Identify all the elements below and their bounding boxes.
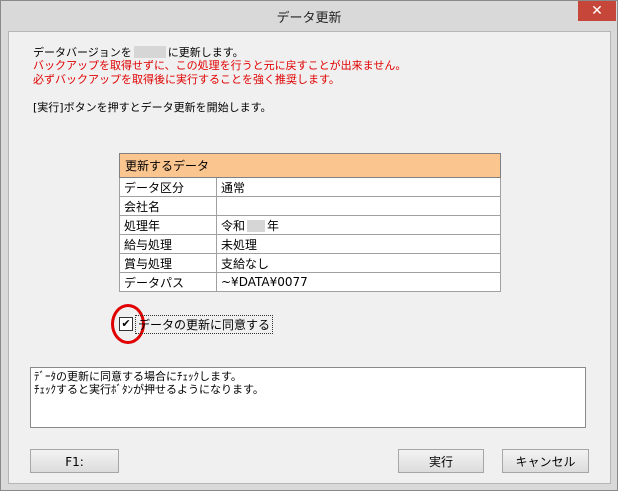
row-key: 賞与処理 — [119, 253, 217, 273]
execute-instruction: [実行]ボタンを押すとデータ更新を開始します。 — [33, 101, 272, 114]
f1-button[interactable]: F1: — [30, 449, 119, 473]
close-button[interactable]: ✕ — [578, 1, 616, 21]
backup-warning-1: バックアップを取得せずに、この処理を行うと元に戻すことが出来ません。 — [33, 59, 407, 72]
row-key: 処理年 — [119, 215, 217, 235]
table-row: 処理年 令和 年 — [119, 215, 501, 235]
row-value — [216, 196, 501, 216]
redacted-version — [133, 46, 166, 58]
info-box: ﾃﾞｰﾀの更新に同意する場合にﾁｪｯｸします。 ﾁｪｯｸすると実行ﾎﾞﾀﾝが押せ… — [30, 367, 586, 428]
dialog-window: データ更新 ✕ データバージョンを に更新します。 バックアップを取得せずに、この… — [0, 0, 618, 491]
table-row: 給与処理 未処理 — [119, 234, 501, 254]
row-value: 支給なし — [216, 253, 501, 273]
row-value: 令和 年 — [216, 215, 501, 235]
row-key: データ区分 — [119, 177, 217, 197]
table-row: データパス ~¥DATA¥0077 — [119, 272, 501, 292]
window-title: データ更新 — [276, 11, 342, 26]
row-key: データパス — [119, 272, 217, 292]
check-icon: ✔ — [121, 317, 131, 330]
row-key: 会社名 — [119, 196, 217, 216]
agree-checkbox-label[interactable]: データの更新に同意する — [135, 315, 274, 334]
update-data-table: 更新するデータ データ区分 通常 会社名 処理年 令和 年 給与処理 未処理 賞与処理支… — [119, 153, 501, 292]
agree-checkbox[interactable]: ✔ — [119, 317, 133, 331]
table-row: 賞与処理 支給なし — [119, 253, 501, 273]
version-message-prefix: データバージョンを — [33, 46, 132, 59]
version-message: データバージョンを に更新します。 — [33, 46, 244, 59]
backup-warning-2: 必ずバックアップを取得後に実行することを強く推奨します。 — [33, 73, 340, 86]
dialog-content: データバージョンを に更新します。 バックアップを取得せずに、この処理を行うと元に… — [8, 31, 611, 484]
info-line: ﾁｪｯｸすると実行ﾎﾞﾀﾝが押せるようになります。 — [34, 383, 264, 396]
close-icon: ✕ — [591, 3, 603, 19]
table-row: 会社名 — [119, 196, 501, 216]
title-bar[interactable]: データ更新 ✕ — [1, 1, 617, 31]
row-value: 通常 — [216, 177, 501, 197]
era-prefix: 令和 — [221, 218, 246, 233]
redacted-year — [247, 219, 266, 232]
execute-button[interactable]: 実行 — [398, 449, 484, 473]
version-message-suffix: に更新します。 — [167, 46, 244, 59]
year-suffix: 年 — [267, 218, 280, 233]
info-line: ﾃﾞｰﾀの更新に同意する場合にﾁｪｯｸします。 — [34, 370, 242, 383]
row-key: 給与処理 — [119, 234, 217, 254]
row-value: 未処理 — [216, 234, 501, 254]
table-header: 更新するデータ — [119, 153, 501, 178]
cancel-button[interactable]: キャンセル — [502, 449, 589, 473]
row-value: ~¥DATA¥0077 — [216, 272, 501, 292]
table-row: データ区分 通常 — [119, 177, 501, 197]
